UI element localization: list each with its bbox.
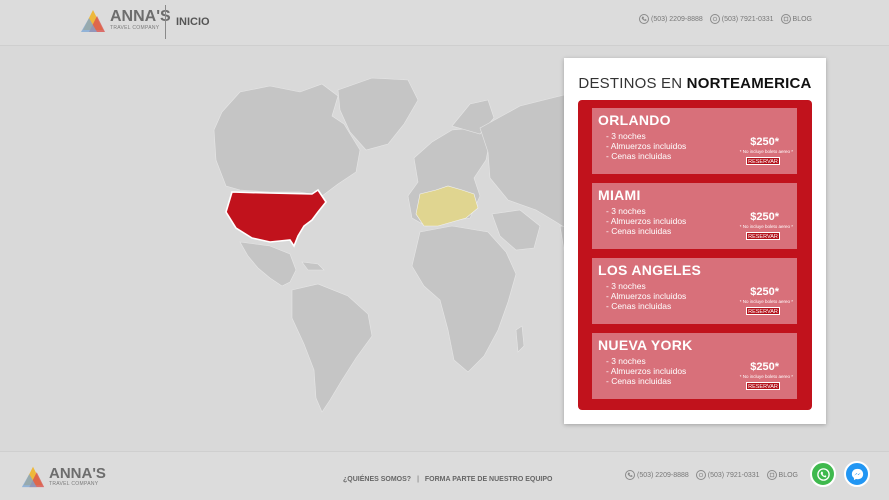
site-footer: ANNA'S TRAVEL COMPANY ¿QUIÉNES SOMOS? | … [0, 451, 889, 500]
destination-note: * No incluye boleto aereo * [739, 299, 793, 304]
whatsapp-chat-button[interactable] [810, 461, 836, 487]
destination-note: * No incluye boleto aereo * [739, 374, 793, 379]
header-divider [165, 5, 166, 39]
messenger-chat-button[interactable] [844, 461, 870, 487]
footer-blog[interactable]: BLOG [766, 470, 798, 480]
destination-city: MIAMI [598, 187, 641, 203]
destination-city: LOS ANGELES [598, 262, 702, 278]
header-blog[interactable]: BLOG [780, 14, 812, 24]
reservar-button[interactable]: RESERVAR [746, 232, 780, 240]
footer-link-quienes-somos[interactable]: ¿QUIÉNES SOMOS? [343, 476, 411, 483]
destinations-panel: DESTINOS EN NORTEAMERICA ORLANDO - 3 noc… [564, 58, 826, 424]
nav-inicio[interactable]: INICIO [176, 16, 210, 28]
whatsapp-icon [816, 467, 830, 481]
blog-icon [780, 14, 791, 24]
footer-links: ¿QUIÉNES SOMOS? | FORMA PARTE DE NUESTRO… [343, 476, 552, 483]
header-whatsapp[interactable]: (503) 7921-0331 [709, 14, 774, 24]
footer-contacts: (503) 2209-8888 (503) 7921-0331 BLOG [625, 470, 798, 480]
footer-whatsapp[interactable]: (503) 7921-0331 [695, 470, 760, 480]
logo[interactable]: ANNA'S TRAVEL COMPANY [79, 6, 171, 34]
header-phone[interactable]: (503) 2209-8888 [639, 14, 703, 24]
whatsapp-icon [695, 470, 706, 480]
destination-card-los-angeles[interactable]: LOS ANGELES - 3 noches - Almuerzos inclu… [592, 258, 797, 324]
destination-card-nueva-york[interactable]: NUEVA YORK - 3 noches - Almuerzos inclui… [592, 333, 797, 399]
destination-city: NUEVA YORK [598, 337, 693, 353]
destination-price: $250* [750, 361, 779, 373]
destination-features: - 3 noches - Almuerzos incluidos - Cenas… [606, 206, 687, 236]
header-contacts: (503) 2209-8888 (503) 7921-0331 BLOG [639, 14, 812, 24]
destination-note: * No incluye boleto aereo * [739, 149, 793, 154]
reservar-button[interactable]: RESERVAR [746, 157, 780, 165]
destination-price: $250* [750, 286, 779, 298]
destination-card-miami[interactable]: MIAMI - 3 noches - Almuerzos incluidos -… [592, 183, 797, 249]
messenger-icon [851, 468, 863, 480]
destination-features: - 3 noches - Almuerzos incluidos - Cenas… [606, 131, 687, 161]
logo-icon [81, 10, 105, 32]
whatsapp-icon [709, 14, 720, 24]
destination-city: ORLANDO [598, 112, 671, 128]
logo-brand: ANNA'S [49, 464, 106, 482]
footer-link-equipo[interactable]: FORMA PARTE DE NUESTRO EQUIPO [425, 476, 553, 483]
reservar-button[interactable]: RESERVAR [746, 307, 780, 315]
logo-icon [21, 466, 45, 488]
logo-tagline: TRAVEL COMPANY [110, 25, 160, 31]
footer-link-separator: | [417, 476, 419, 483]
destination-price: $250* [750, 211, 779, 223]
footer-logo[interactable]: ANNA'S TRAVEL COMPANY [20, 463, 106, 489]
blog-icon [766, 470, 777, 480]
logo-tagline: TRAVEL COMPANY [49, 480, 99, 487]
reservar-button[interactable]: RESERVAR [746, 382, 780, 390]
destinations-list: ORLANDO - 3 noches - Almuerzos incluidos… [578, 100, 812, 410]
phone-icon [639, 14, 649, 24]
destination-features: - 3 noches - Almuerzos incluidos - Cenas… [606, 281, 687, 311]
destination-features: - 3 noches - Almuerzos incluidos - Cenas… [606, 356, 687, 386]
destination-note: * No incluye boleto aereo * [739, 224, 793, 229]
logo-brand: ANNA'S [110, 8, 171, 25]
footer-phone[interactable]: (503) 2209-8888 [625, 470, 689, 480]
site-header: ANNA'S TRAVEL COMPANY INICIO (503) 2209-… [0, 0, 889, 46]
phone-icon [625, 470, 635, 480]
destination-card-orlando[interactable]: ORLANDO - 3 noches - Almuerzos incluidos… [592, 108, 797, 174]
panel-title: DESTINOS EN NORTEAMERICA [578, 75, 812, 92]
destination-price: $250* [750, 136, 779, 148]
